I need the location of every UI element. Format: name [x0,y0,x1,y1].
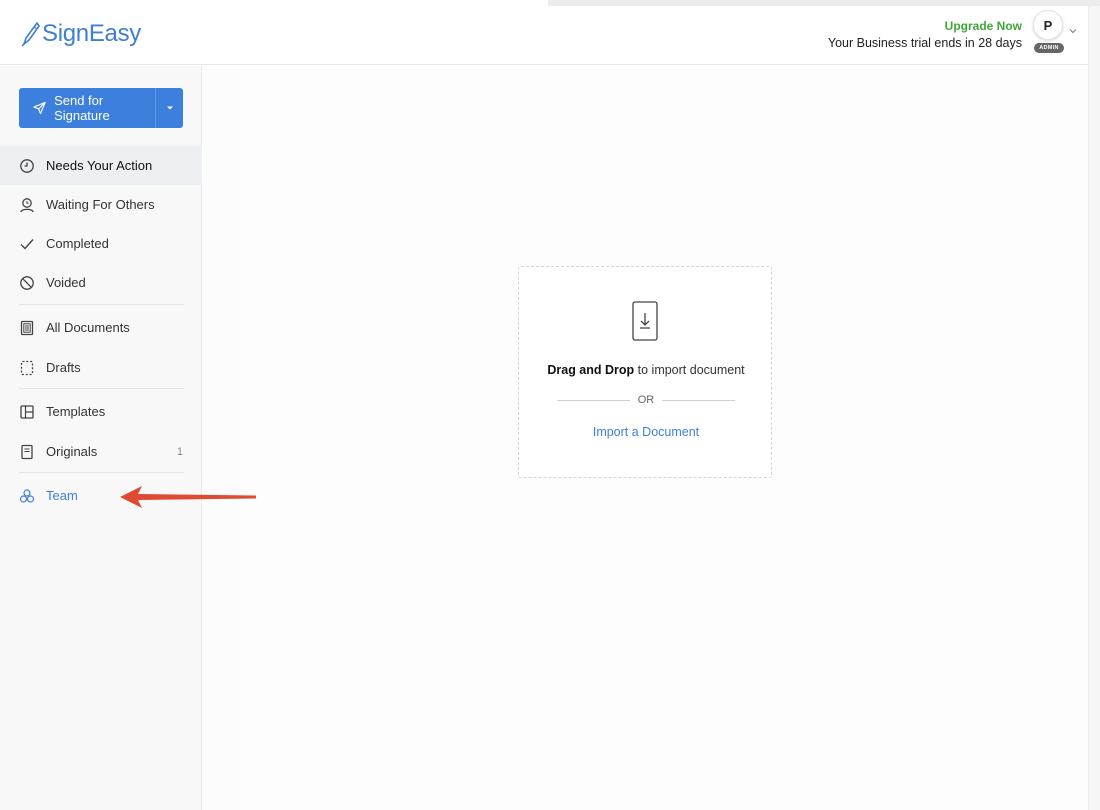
document-dropzone[interactable]: Drag and Drop to import document OR Impo… [518,266,772,478]
or-line-right [662,399,735,401]
sidebar-item-label: Completed [46,236,109,251]
annotation-arrow-icon [120,486,256,508]
sidebar-item-label: Needs Your Action [46,158,153,173]
sidebar-item-label: Voided [46,275,86,290]
import-document-icon [632,301,658,341]
or-text: OR [637,394,655,406]
originals-icon [19,444,35,460]
send-for-signature-button[interactable]: Send for Signature [19,88,183,128]
scrollbar[interactable] [1088,6,1100,810]
sidebar-item-needs-your-action[interactable]: Needs Your Action [0,146,202,185]
signeasy-logo[interactable]: SignEasy [20,18,141,50]
sidebar-item-drafts[interactable]: Drafts [0,348,202,387]
chevron-down-icon[interactable] [1068,26,1078,36]
send-for-signature-main[interactable]: Send for Signature [19,88,155,128]
documents-icon [19,320,35,336]
import-document-link[interactable]: Import a Document [519,425,773,439]
team-icon [19,488,35,504]
templates-icon [19,404,35,420]
person-wait-icon [19,197,35,213]
or-divider: OR [557,394,735,406]
void-icon [19,275,35,291]
or-line-left [557,399,630,401]
pen-logo-icon [21,22,40,47]
originals-count: 1 [176,445,183,458]
sidebar-item-completed[interactable]: Completed [0,224,202,263]
clock-icon [19,158,35,174]
app-header: SignEasy Upgrade Now Your Business trial… [0,6,1088,65]
check-icon [19,236,35,252]
sidebar-item-templates[interactable]: Templates [0,392,202,431]
sidebar-item-originals[interactable]: Originals 1 [0,432,202,471]
admin-badge: ADMIN [1034,43,1064,53]
drag-drop-bold: Drag and Drop [547,363,635,377]
trial-info: Upgrade Now Your Business trial ends in … [828,18,1022,52]
sidebar-item-label: Team [46,488,78,503]
sidebar-item-label: Waiting For Others [46,197,155,212]
paper-plane-icon [33,101,46,115]
sidebar: Send for Signature Needs Your Action Wai… [0,66,202,810]
caret-down-icon [166,106,173,110]
sidebar-item-voided[interactable]: Voided [0,263,202,302]
sidebar-item-all-documents[interactable]: All Documents [0,308,202,347]
drafts-icon [19,360,35,376]
send-for-signature-label: Send for Signature [54,93,110,123]
drag-drop-rest: to import document [634,363,745,377]
trial-remaining-text: Your Business trial ends in 28 days [827,36,1022,50]
sidebar-item-label: Templates [46,404,106,419]
brand-name: SignEasy [42,20,141,47]
sidebar-item-label: All Documents [46,320,130,335]
drag-drop-text: Drag and Drop to import document [519,363,773,377]
sidebar-item-label: Drafts [46,360,81,375]
sidebar-divider [19,472,184,473]
sidebar-divider [19,304,184,305]
sidebar-item-label: Originals [46,444,98,459]
sidebar-divider [19,388,184,389]
send-options-dropdown[interactable] [156,88,183,128]
sidebar-item-waiting-for-others[interactable]: Waiting For Others [0,185,202,224]
user-avatar[interactable]: P [1033,10,1063,40]
upgrade-now-link[interactable]: Upgrade Now [828,18,1022,35]
